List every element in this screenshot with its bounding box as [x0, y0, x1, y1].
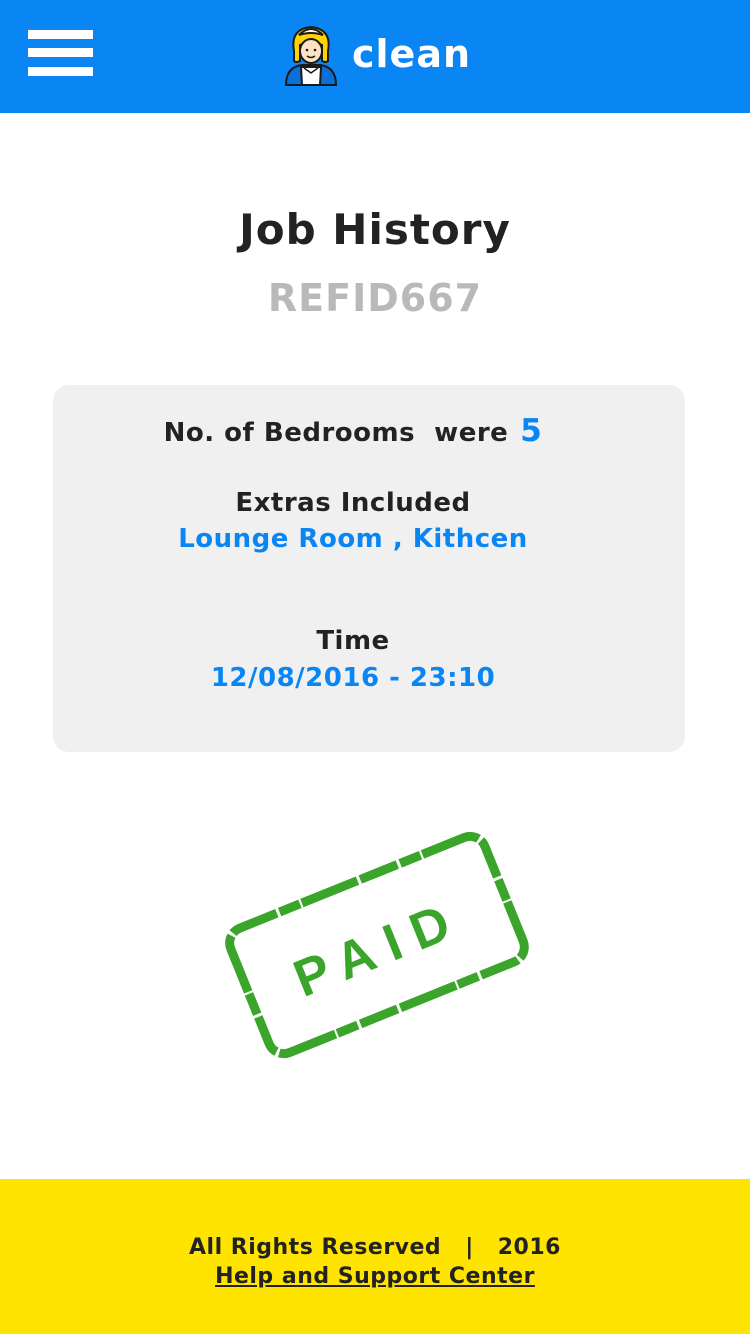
brand-logo[interactable]: clean: [282, 20, 471, 88]
time-value: 12/08/2016 - 23:10: [210, 663, 496, 693]
bedrooms-row: No. of Bedrooms were 5: [53, 413, 653, 449]
paid-stamp-icon: PAID: [225, 831, 529, 1059]
footer-year: 2016: [497, 1235, 561, 1260]
reference-id: REFID667: [267, 276, 483, 320]
footer-copyright: All Rights Reserved | 2016: [0, 1235, 750, 1260]
time-label: Time: [316, 626, 390, 656]
footer-separator: |: [465, 1235, 474, 1260]
help-support-link-row: Help and Support Center: [0, 1264, 750, 1289]
extras-value: Lounge Room , Kithcen: [178, 524, 528, 554]
rights-text: All Rights Reserved: [189, 1235, 442, 1260]
help-support-link[interactable]: Help and Support Center: [215, 1264, 535, 1289]
app-header: clean: [0, 0, 750, 113]
brand-name: clean: [352, 32, 472, 76]
maid-avatar-icon: [284, 25, 338, 86]
page-title: Job History: [239, 205, 511, 254]
extras-label: Extras Included: [235, 488, 471, 518]
bedrooms-value: 5: [520, 413, 543, 449]
app-footer: All Rights Reserved | 2016 Help and Suppor…: [0, 1179, 750, 1334]
job-details-card: No. of Bedrooms were 5 Extras Included Lo…: [53, 385, 685, 752]
bedrooms-label: No. of Bedrooms were: [163, 418, 509, 448]
hamburger-menu-icon[interactable]: [28, 30, 93, 76]
